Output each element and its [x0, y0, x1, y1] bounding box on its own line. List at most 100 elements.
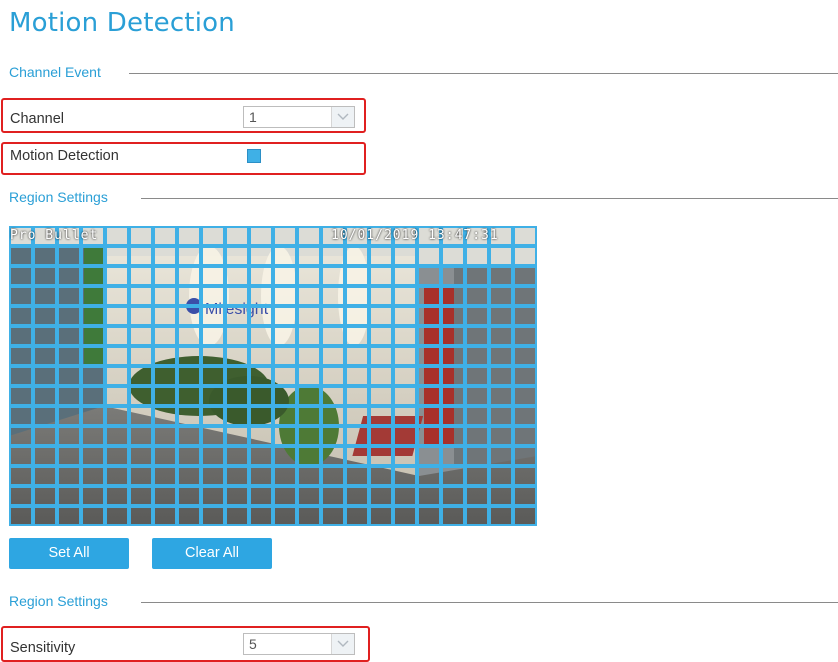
grid-cell[interactable] [33, 246, 57, 266]
grid-cell[interactable] [465, 406, 489, 426]
grid-cell[interactable] [33, 306, 57, 326]
grid-cell[interactable] [105, 386, 129, 406]
grid-cell[interactable] [273, 366, 297, 386]
grid-cell[interactable] [393, 286, 417, 306]
grid-cell[interactable] [441, 306, 465, 326]
grid-cell[interactable] [177, 226, 201, 246]
grid-cell[interactable] [441, 506, 465, 526]
grid-cell[interactable] [297, 306, 321, 326]
grid-cell[interactable] [201, 366, 225, 386]
grid-cell[interactable] [417, 426, 441, 446]
grid-cell[interactable] [249, 306, 273, 326]
grid-cell[interactable] [369, 466, 393, 486]
channel-select[interactable]: 1 [243, 106, 355, 128]
grid-cell[interactable] [105, 226, 129, 246]
grid-cell[interactable] [393, 306, 417, 326]
grid-cell[interactable] [441, 486, 465, 506]
motion-region-grid[interactable] [9, 226, 537, 526]
grid-cell[interactable] [201, 246, 225, 266]
grid-cell[interactable] [105, 306, 129, 326]
grid-cell[interactable] [57, 286, 81, 306]
grid-cell[interactable] [129, 386, 153, 406]
grid-cell[interactable] [129, 406, 153, 426]
grid-cell[interactable] [393, 246, 417, 266]
grid-cell[interactable] [393, 506, 417, 526]
grid-cell[interactable] [57, 446, 81, 466]
grid-cell[interactable] [465, 346, 489, 366]
grid-cell[interactable] [273, 286, 297, 306]
grid-cell[interactable] [249, 286, 273, 306]
grid-cell[interactable] [57, 266, 81, 286]
video-preview[interactable]: Milesight Pro Bullet 10/01/2019 13:47:31 [9, 226, 537, 526]
grid-cell[interactable] [369, 286, 393, 306]
grid-cell[interactable] [9, 266, 33, 286]
grid-cell[interactable] [177, 326, 201, 346]
grid-cell[interactable] [321, 266, 345, 286]
grid-cell[interactable] [321, 346, 345, 366]
grid-cell[interactable] [273, 346, 297, 366]
grid-cell[interactable] [105, 466, 129, 486]
motion-detection-checkbox[interactable] [247, 149, 261, 163]
grid-cell[interactable] [249, 466, 273, 486]
grid-cell[interactable] [441, 406, 465, 426]
grid-cell[interactable] [9, 466, 33, 486]
grid-cell[interactable] [489, 406, 513, 426]
grid-cell[interactable] [513, 286, 537, 306]
grid-cell[interactable] [465, 366, 489, 386]
grid-cell[interactable] [321, 326, 345, 346]
grid-cell[interactable] [201, 406, 225, 426]
grid-cell[interactable] [9, 506, 33, 526]
grid-cell[interactable] [345, 446, 369, 466]
grid-cell[interactable] [129, 506, 153, 526]
grid-cell[interactable] [105, 326, 129, 346]
grid-cell[interactable] [153, 326, 177, 346]
grid-cell[interactable] [441, 386, 465, 406]
grid-cell[interactable] [81, 306, 105, 326]
grid-cell[interactable] [489, 246, 513, 266]
grid-cell[interactable] [393, 446, 417, 466]
grid-cell[interactable] [201, 226, 225, 246]
grid-cell[interactable] [225, 226, 249, 246]
grid-cell[interactable] [201, 326, 225, 346]
grid-cell[interactable] [177, 366, 201, 386]
grid-cell[interactable] [33, 446, 57, 466]
grid-cell[interactable] [153, 266, 177, 286]
grid-cell[interactable] [513, 366, 537, 386]
grid-cell[interactable] [297, 406, 321, 426]
grid-cell[interactable] [177, 446, 201, 466]
clear-all-button[interactable]: Clear All [152, 538, 272, 569]
grid-cell[interactable] [129, 446, 153, 466]
grid-cell[interactable] [297, 506, 321, 526]
grid-cell[interactable] [177, 306, 201, 326]
grid-cell[interactable] [129, 286, 153, 306]
grid-cell[interactable] [33, 506, 57, 526]
grid-cell[interactable] [417, 506, 441, 526]
grid-cell[interactable] [249, 366, 273, 386]
grid-cell[interactable] [417, 346, 441, 366]
grid-cell[interactable] [489, 346, 513, 366]
grid-cell[interactable] [105, 286, 129, 306]
grid-cell[interactable] [345, 426, 369, 446]
grid-cell[interactable] [345, 286, 369, 306]
grid-cell[interactable] [321, 466, 345, 486]
grid-cell[interactable] [33, 466, 57, 486]
grid-cell[interactable] [393, 466, 417, 486]
grid-cell[interactable] [201, 386, 225, 406]
grid-cell[interactable] [513, 466, 537, 486]
grid-cell[interactable] [321, 426, 345, 446]
grid-cell[interactable] [441, 446, 465, 466]
grid-cell[interactable] [153, 426, 177, 446]
grid-cell[interactable] [105, 266, 129, 286]
grid-cell[interactable] [369, 366, 393, 386]
grid-cell[interactable] [513, 446, 537, 466]
grid-cell[interactable] [417, 386, 441, 406]
grid-cell[interactable] [297, 426, 321, 446]
grid-cell[interactable] [225, 406, 249, 426]
grid-cell[interactable] [417, 466, 441, 486]
grid-cell[interactable] [81, 266, 105, 286]
grid-cell[interactable] [369, 406, 393, 426]
grid-cell[interactable] [321, 366, 345, 386]
grid-cell[interactable] [321, 406, 345, 426]
chevron-down-icon[interactable] [331, 634, 354, 654]
grid-cell[interactable] [9, 406, 33, 426]
